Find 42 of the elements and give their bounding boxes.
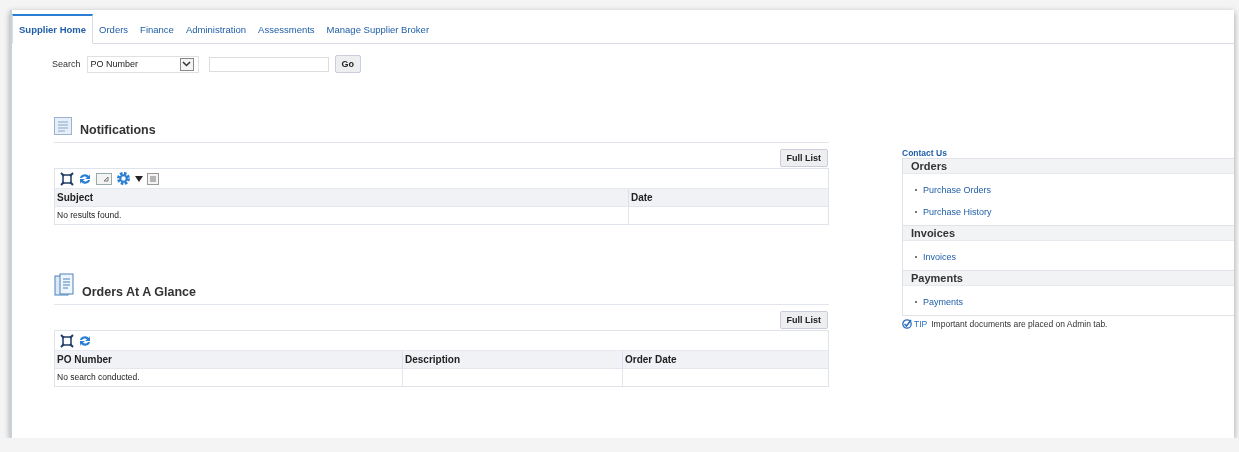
search-type-dropdown[interactable]: PO Number (86, 55, 199, 73)
nav-tab[interactable]: Administration (179, 18, 253, 44)
list-icon (54, 117, 72, 137)
table-cell-text: No search conducted. (56, 371, 141, 384)
clipboard-icon (54, 273, 74, 299)
nav-tab[interactable]: Finance (134, 18, 180, 44)
caret-icon[interactable] (135, 175, 143, 182)
panel-link[interactable]: Invoices (923, 252, 957, 262)
refresh-icon[interactable] (78, 333, 92, 348)
column-header: PO Number (55, 351, 402, 369)
contact-link[interactable]: Contact Us (902, 148, 1234, 158)
column-header: Description (402, 351, 622, 369)
full-list-button[interactable]: Full List (779, 311, 828, 329)
detach-icon[interactable] (60, 171, 74, 186)
section-title: Orders At A Glance (82, 285, 196, 299)
nav-tab[interactable]: Manage Supplier Broker (320, 18, 436, 44)
nav-tab[interactable]: Supplier Home (12, 14, 94, 44)
check-icon (902, 319, 912, 329)
dropdown-caret-icon[interactable] (179, 57, 194, 71)
group-header: Orders (903, 159, 1234, 174)
tip-text: Important documents are placed on Admin tab. (931, 319, 1108, 329)
detach-icon[interactable] (60, 333, 74, 348)
full-list-button[interactable]: Full List (779, 149, 828, 167)
nav-tab[interactable]: Orders (93, 18, 135, 44)
export-icon[interactable] (96, 172, 112, 185)
nav-tab[interactable]: Assessments (252, 18, 321, 44)
column-header: Subject (55, 189, 628, 207)
column-header: Order Date (622, 351, 828, 369)
go-button[interactable]: Go (334, 55, 362, 73)
panel-link[interactable]: Purchase Orders (923, 185, 992, 195)
refresh-icon[interactable] (78, 171, 92, 186)
group-header: Invoices (903, 225, 1234, 241)
panel-link[interactable]: Payments (923, 297, 964, 307)
group-header: Payments (903, 270, 1234, 286)
settings-icon[interactable] (116, 171, 131, 186)
search-field[interactable] (208, 56, 329, 72)
section-title: Notifications (80, 123, 156, 137)
table-cell-text: No results found. (56, 209, 123, 222)
panel-link[interactable]: Purchase History (923, 207, 992, 217)
column-header: Date (628, 189, 828, 207)
search-label: Search (52, 59, 81, 69)
tip-label: TIP (914, 319, 928, 329)
